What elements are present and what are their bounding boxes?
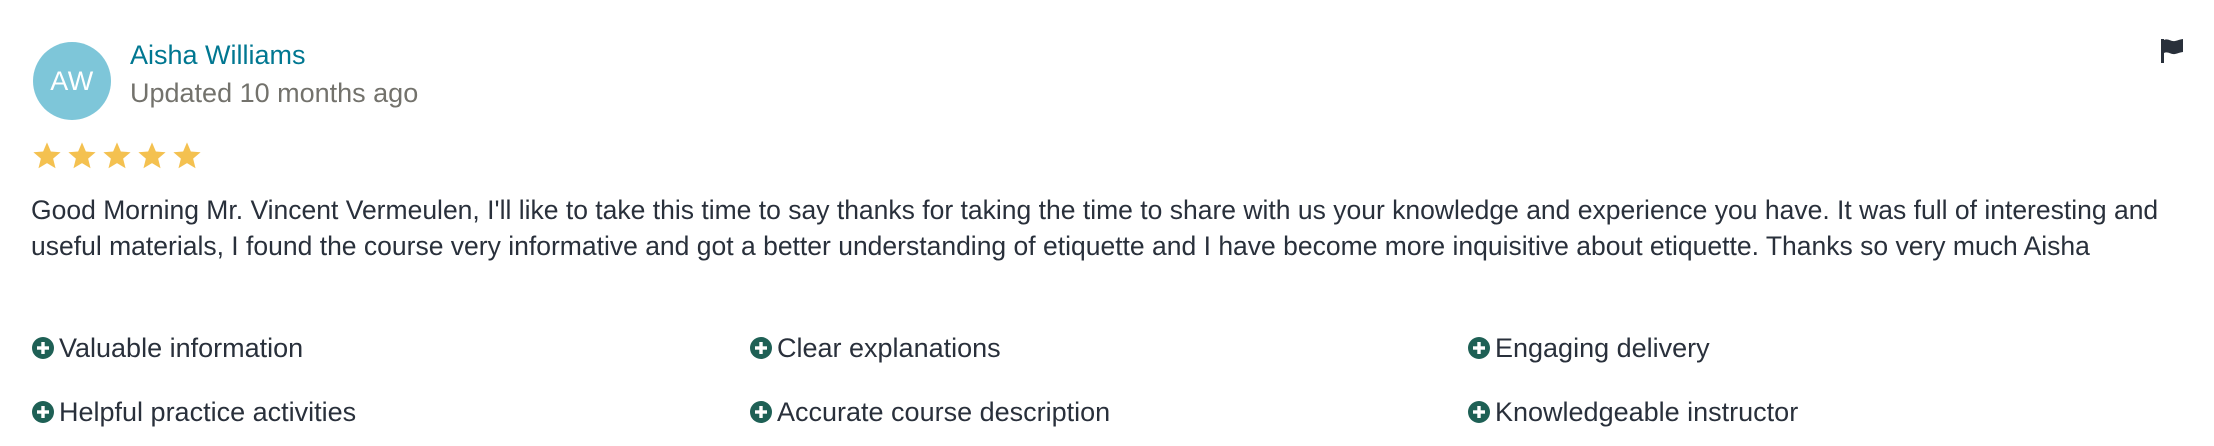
review-tag-label: Valuable information	[59, 332, 304, 363]
avatar: AW	[33, 42, 111, 120]
report-flag-button[interactable]	[2157, 36, 2187, 66]
star-icon	[173, 142, 201, 169]
plus-circle-icon	[750, 401, 772, 423]
plus-circle-icon	[32, 401, 54, 423]
plus-circle-icon	[32, 337, 54, 359]
plus-circle-icon	[750, 337, 772, 359]
review-card: AW Aisha Williams Updated 10 months ago …	[0, 0, 2214, 446]
plus-circle-icon	[1468, 401, 1490, 423]
review-tag: Clear explanations	[749, 330, 1467, 366]
review-tag-label: Engaging delivery	[1495, 332, 1710, 363]
review-tag: Knowledgeable instructor	[1467, 394, 2185, 430]
review-tag-label: Accurate course description	[777, 396, 1111, 427]
review-tag: Valuable information	[31, 330, 749, 366]
flag-icon	[2161, 39, 2183, 63]
review-updated-time: Updated 10 months ago	[130, 78, 419, 108]
review-tag: Engaging delivery	[1467, 330, 2185, 366]
star-icon	[103, 142, 131, 169]
star-icon	[68, 142, 96, 169]
review-tag-label: Clear explanations	[777, 332, 1001, 363]
star-rating	[31, 140, 203, 172]
reviewer-name-link[interactable]: Aisha Williams	[130, 40, 306, 71]
review-tag-label: Knowledgeable instructor	[1495, 396, 1799, 427]
review-tag-label: Helpful practice activities	[59, 396, 357, 427]
plus-circle-icon	[1468, 337, 1490, 359]
review-tags: Valuable information Clear explanations En…	[31, 330, 2191, 430]
review-tag: Helpful practice activities	[31, 394, 749, 430]
review-tag: Accurate course description	[749, 394, 1467, 430]
star-icon	[33, 142, 61, 169]
avatar-initials: AW	[50, 65, 94, 96]
review-comment: Good Morning Mr. Vincent Vermeulen, I'll…	[31, 195, 2159, 261]
star-icon	[138, 142, 166, 169]
